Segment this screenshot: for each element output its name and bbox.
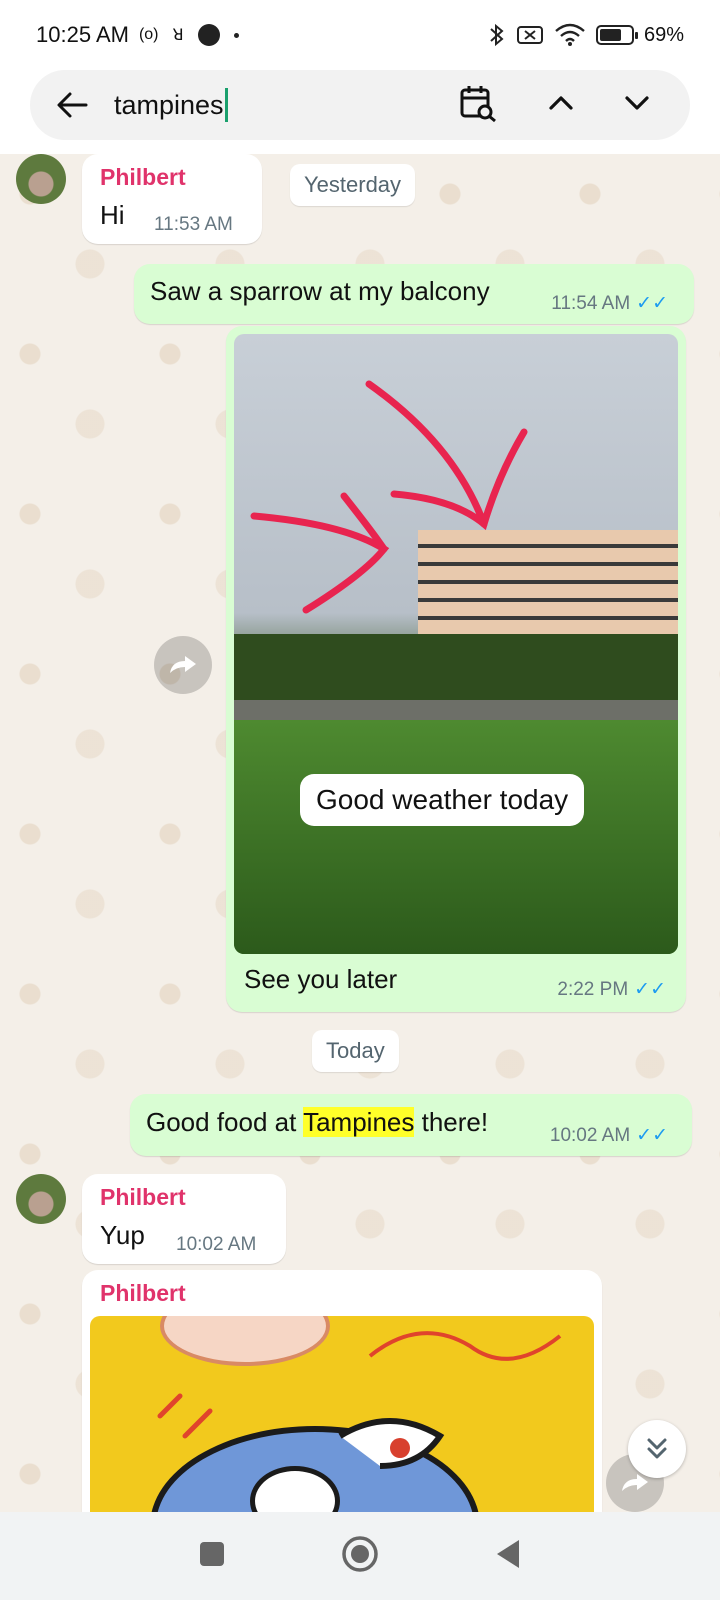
battery-icon — [595, 25, 638, 45]
incoming-message[interactable]: Philbert Yup 10:02 AM — [82, 1174, 286, 1264]
forward-button[interactable] — [154, 636, 212, 694]
outgoing-message[interactable]: Good food at Tampines there! 10:02 AM ✓✓ — [130, 1094, 692, 1156]
app-indicator: ꓤ — [172, 27, 184, 44]
message-photo[interactable] — [90, 1316, 594, 1512]
system-nav-bar — [0, 1512, 720, 1600]
circle-home-icon — [342, 1535, 378, 1572]
outgoing-message[interactable]: Saw a sparrow at my balcony 11:54 AM ✓✓ — [134, 264, 694, 324]
read-ticks-icon: ✓✓ — [636, 1125, 668, 1146]
back-button[interactable] — [494, 1538, 522, 1575]
message-text: Hi — [100, 200, 125, 230]
scroll-to-bottom-button[interactable] — [628, 1420, 686, 1478]
message-meta: 10:02 AM ✓✓ — [550, 1124, 668, 1147]
message-text: Yup — [100, 1220, 145, 1250]
text-cursor — [224, 88, 228, 122]
wifi-icon — [555, 23, 585, 46]
hotspot-indicator: (o) — [138, 26, 159, 43]
triangle-back-icon — [497, 1539, 519, 1568]
message-time: 10:02 AM — [176, 1234, 256, 1256]
search-header: tampines — [0, 70, 720, 154]
status-bar: 10:25 AM (o) ꓤ 69% — [0, 0, 720, 70]
no-sim-icon — [516, 26, 543, 44]
incoming-message[interactable]: Philbert Hi 11:53 AM — [82, 154, 262, 244]
sender-name: Philbert — [100, 1280, 186, 1306]
message-text-after: there! — [414, 1107, 489, 1137]
back-arrow-icon[interactable] — [52, 85, 92, 125]
calendar-search-icon[interactable] — [458, 83, 498, 128]
time-label: 10:02 AM — [176, 1234, 257, 1255]
status-time: 10:25 AM — [36, 22, 129, 47]
search-highlight: Tampines — [303, 1107, 415, 1137]
outgoing-image-message[interactable]: Good weather today See you later 2:22 PM… — [226, 326, 686, 1012]
battery-percent: 69% — [643, 23, 684, 46]
search-bar: tampines — [30, 70, 690, 140]
message-meta: 2:22 PM ✓✓ — [557, 978, 666, 1001]
date-chip: Yesterday — [290, 164, 416, 206]
sender-name: Philbert — [100, 1184, 186, 1210]
chevron-up-icon[interactable] — [548, 94, 574, 117]
read-ticks-icon: ✓✓ — [634, 979, 666, 1000]
home-button[interactable] — [341, 1535, 379, 1578]
message-photo[interactable]: Good weather today — [234, 334, 678, 954]
bluetooth-icon — [490, 23, 504, 47]
time-label: 11:54 AM — [551, 292, 631, 314]
search-actions — [458, 83, 650, 128]
status-right-icons: 69% — [488, 23, 684, 47]
avatar[interactable] — [16, 154, 66, 204]
square-icon — [200, 1541, 224, 1566]
photo-doodles — [157, 1331, 562, 1469]
battery-fill — [599, 29, 621, 41]
image-caption: Good weather today — [300, 774, 585, 826]
notification-dot-icon — [197, 24, 220, 46]
message-text-before: Good food at — [146, 1107, 304, 1137]
status-left-icons: (o) ꓤ — [139, 24, 239, 46]
message-text: Good food at Tampines there! — [146, 1107, 488, 1138]
time-label: 11:53 AM — [154, 214, 233, 235]
message-meta: 11:54 AM ✓✓ — [551, 292, 668, 315]
forward-icon — [170, 656, 196, 673]
incoming-image-message[interactable]: Philbert — [82, 1270, 602, 1512]
recents-button[interactable] — [198, 1540, 226, 1573]
message-time: 11:53 AM — [154, 214, 233, 236]
time-label: 10:02 AM — [549, 1124, 631, 1146]
chevron-down-icon[interactable] — [624, 94, 650, 117]
message-text: Saw a sparrow at my balcony — [150, 276, 490, 306]
search-input[interactable]: tampines — [114, 88, 228, 122]
avatar[interactable] — [16, 1174, 66, 1224]
more-notifications-icon — [233, 32, 239, 38]
double-chevron-down-icon — [647, 1438, 667, 1459]
read-ticks-icon: ✓✓ — [636, 293, 668, 314]
search-query: tampines — [114, 89, 224, 120]
message-text: See you later — [244, 964, 398, 994]
date-chip: Today — [312, 1030, 399, 1072]
red-arrows-drawing — [250, 380, 528, 614]
time-label: 2:22 PM — [557, 978, 629, 1000]
sender-name: Philbert — [100, 164, 186, 190]
chat-area[interactable]: Philbert Hi 11:53 AM Yesterday Saw a spa… — [0, 154, 720, 1512]
